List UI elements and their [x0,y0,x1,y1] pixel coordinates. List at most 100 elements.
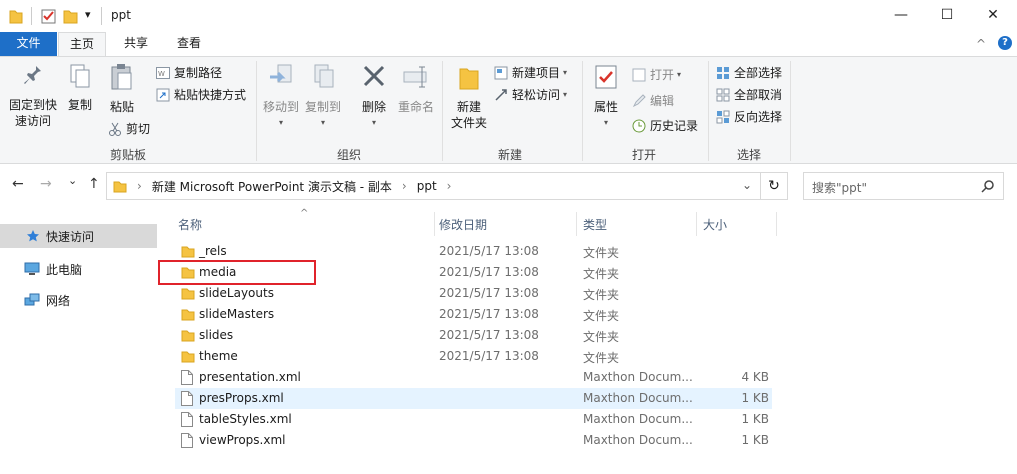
open-group-label: 打开 [632,148,657,162]
file-row[interactable]: _rels 2021/5/17 13:08 文件夹 [175,241,772,262]
easy-access-button[interactable]: 轻松访问 ▾ [494,85,567,105]
cut-label: 剪切 [126,122,151,136]
annotation-highlight-box [158,260,316,285]
pin-quick-access-button[interactable]: 固定到快 速访问 [6,63,60,129]
file-name: theme [199,349,238,363]
sidebar-item-label: 此电脑 [46,262,83,277]
breadcrumb-item-current[interactable]: ppt [417,179,437,193]
help-icon[interactable]: ? [998,36,1012,50]
edit-button[interactable]: 编辑 [632,91,674,111]
new-folder-button[interactable]: 新建 文件夹 [447,63,491,131]
sidebar-item-label: 快速访问 [46,229,95,244]
breadcrumb-item-parent[interactable]: 新建 Microsoft PowerPoint 演示文稿 - 副本 [152,178,392,195]
refresh-button[interactable]: ↻ [760,172,788,200]
tab-home[interactable]: 主页 [58,32,106,56]
file-date: 2021/5/17 13:08 [439,265,539,279]
column-header-name[interactable]: 名称 [178,216,202,233]
copy-button[interactable]: 复制 [62,63,98,113]
file-row[interactable]: theme 2021/5/17 13:08 文件夹 [175,346,772,367]
file-row[interactable]: presProps.xml Maxthon Docum... 1 KB [175,388,772,409]
up-button[interactable]: ↑ [88,176,100,192]
move-to-button[interactable]: 移动到 ▾ [261,63,301,131]
address-bar[interactable]: › 新建 Microsoft PowerPoint 演示文稿 - 副本 › pp… [106,172,761,200]
file-name: viewProps.xml [199,433,286,447]
file-type: 文件夹 [583,330,620,344]
close-button[interactable]: ✕ [970,0,1016,30]
copy-path-button[interactable]: W 复制路径 [156,63,222,83]
copy-to-button[interactable]: 复制到 ▾ [303,63,343,131]
recent-locations-button[interactable]: ⌄ [68,174,77,187]
quick-access-caret-icon[interactable]: ▾ [85,8,91,26]
sidebar-item-network[interactable]: 网络 [0,288,157,312]
tab-view[interactable]: 查看 [165,32,213,56]
ribbon: 固定到快 速访问 复制 粘贴 W 复制路径 粘贴快捷方式 剪切 剪贴板 移动到 … [0,56,1017,164]
new-group-label: 新建 [498,148,523,162]
address-dropdown-icon[interactable]: ⌄ [742,178,752,192]
file-row[interactable]: slides 2021/5/17 13:08 文件夹 [175,325,772,346]
sidebar-item-this-pc[interactable]: 此电脑 [0,257,157,281]
breadcrumb-separator: › [137,179,142,193]
cut-button[interactable]: 剪切 [108,119,150,139]
folder-icon [181,288,195,300]
file-date: 2021/5/17 13:08 [439,328,539,342]
invert-selection-button[interactable]: 反向选择 [716,107,782,127]
history-label: 历史记录 [650,119,699,133]
history-button[interactable]: 历史记录 [632,116,698,136]
column-header-type[interactable]: 类型 [583,216,607,233]
select-none-button[interactable]: 全部取消 [716,85,782,105]
rename-button[interactable]: 重命名 [396,63,436,115]
breadcrumb-separator: › [446,179,452,193]
file-row[interactable]: presentation.xml Maxthon Docum... 4 KB [175,367,772,388]
file-type: Maxthon Docum... [583,412,693,426]
divider[interactable] [576,212,577,236]
copy-to-icon [314,64,334,88]
sidebar-item-quick-access[interactable]: 快速访问 [0,224,157,248]
search-input[interactable]: 搜索"ppt" [812,179,867,196]
new-folder-label-1: 新建 [456,100,481,114]
divider [101,7,102,25]
divider[interactable] [776,212,777,236]
collapse-ribbon-icon[interactable]: ^ [976,37,986,51]
folder-icon [113,181,127,193]
search-box[interactable]: 搜索"ppt" [803,172,1004,200]
tab-share[interactable]: 共享 [112,32,160,56]
properties-icon [595,65,617,89]
column-header-size[interactable]: 大小 [703,216,727,233]
new-folder-icon [459,68,479,90]
open-label: 打开 [650,68,675,82]
invert-selection-icon [716,110,730,124]
divider[interactable] [434,212,435,236]
new-item-button[interactable]: 新建项目 ▾ [494,63,567,83]
forward-button[interactable]: → [40,176,52,192]
select-all-icon [717,67,729,79]
divider[interactable] [696,212,697,236]
column-header-date[interactable]: 修改日期 [439,216,487,233]
file-list: ^ 名称 修改日期 类型 大小 _rels 2021/5/17 13:08 文件夹 m… [160,208,1017,474]
file-row[interactable]: slideLayouts 2021/5/17 13:08 文件夹 [175,283,772,304]
delete-button[interactable]: 删除 ▾ [356,63,392,131]
new-item-caret-icon: ▾ [563,68,568,77]
tab-file[interactable]: 文件 [0,32,57,56]
file-row[interactable]: tableStyles.xml Maxthon Docum... 1 KB [175,409,772,430]
file-row[interactable]: slideMasters 2021/5/17 13:08 文件夹 [175,304,772,325]
maximize-button[interactable]: ☐ [924,0,970,30]
new-folder-icon[interactable] [63,7,79,25]
properties-button[interactable]: 属性 ▾ [588,63,624,131]
history-icon [632,119,646,133]
folder-icon [181,351,195,363]
select-all-button[interactable]: 全部选择 [716,63,782,83]
open-button[interactable]: 打开 ▾ [632,65,681,85]
minimize-button[interactable]: — [878,0,924,30]
file-name: tableStyles.xml [199,412,292,426]
properties-icon[interactable] [41,7,57,25]
back-button[interactable]: ← [12,176,24,192]
folder-icon [181,309,195,321]
paste-button[interactable]: 粘贴 [104,63,140,115]
file-date: 2021/5/17 13:08 [439,349,539,363]
paste-shortcut-button[interactable]: 粘贴快捷方式 [156,85,246,105]
paste-label: 粘贴 [109,100,134,114]
file-row[interactable]: viewProps.xml Maxthon Docum... 1 KB [175,430,772,451]
delete-caret-icon: ▾ [371,118,376,127]
pin-label-2: 速访问 [14,114,51,128]
navigation-bar: ← → ⌄ ↑ › 新建 Microsoft PowerPoint 演示文稿 -… [0,164,1017,208]
